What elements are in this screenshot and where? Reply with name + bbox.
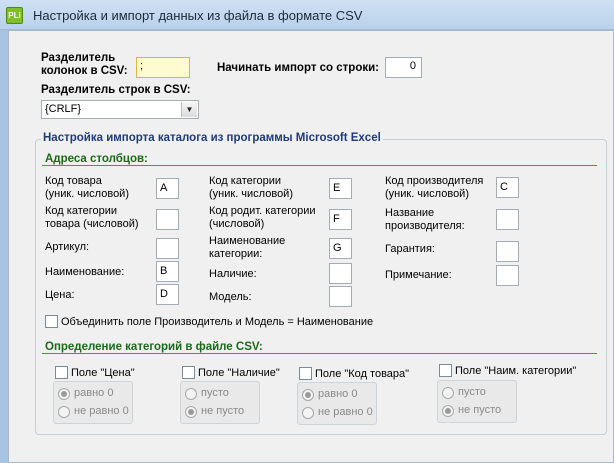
cat-name-label-line1: Наименование [209, 235, 286, 247]
availability-filter-options: пусто не пусто [180, 381, 260, 424]
product-code-input[interactable]: A [156, 178, 179, 199]
parent-cat-code-label: Код родит. категории (числовой) [209, 205, 316, 231]
cat-def-section-divider [42, 353, 597, 354]
manufacturer-name-label: Название производителя: [385, 207, 465, 233]
note-label: Примечание: [385, 269, 452, 281]
cat-name-filter-options: пусто не пусто [437, 380, 517, 423]
category-code-input[interactable] [156, 209, 179, 230]
product-code-not-zero-label: не равно 0 [318, 406, 373, 418]
price-not-zero-radio[interactable] [58, 406, 70, 418]
article-input[interactable] [156, 238, 179, 259]
manufacturer-code-label-line1: Код производителя [385, 175, 484, 187]
product-code-filter-checkbox[interactable] [299, 367, 312, 380]
cat-name-label: Наименование категории: [209, 235, 285, 261]
cat-code-label-line1: Код категории [209, 175, 282, 187]
availability-label: Наличие: [209, 268, 257, 280]
warranty-label: Гарантия: [385, 243, 435, 255]
category-code-label-line1: Код категории [45, 205, 118, 217]
manufacturer-code-input[interactable]: C [496, 177, 519, 198]
name-input[interactable]: B [156, 261, 179, 282]
price-not-zero-label: не равно 0 [74, 405, 129, 417]
parent-cat-code-label-line2: (числовой) [209, 218, 265, 230]
merge-checkbox[interactable] [45, 315, 58, 328]
cat-name-not-empty-radio[interactable] [442, 405, 454, 417]
availability-not-empty-radio[interactable] [185, 406, 197, 418]
cat-name-label-line2: категории: [209, 248, 263, 260]
price-input[interactable]: D [156, 284, 179, 305]
merge-checkbox-label: Объединить поле Производитель и Модель =… [61, 316, 374, 328]
row-separator-select[interactable]: {CRLF} ▼ [41, 100, 199, 119]
row-separator-value: {CRLF} [45, 103, 82, 115]
start-row-input[interactable]: 0 [385, 57, 422, 78]
title-bar[interactable]: PLi Настройка и импорт данных из файла в… [0, 0, 614, 30]
price-equal-zero-radio[interactable] [58, 388, 70, 400]
availability-filter-label: Поле "Наличие" [198, 367, 280, 379]
model-input[interactable] [329, 286, 352, 307]
availability-empty-radio[interactable] [185, 388, 197, 400]
product-code-filter-label: Поле "Код товара" [315, 368, 410, 380]
col-separator-label: Разделитель колонок в CSV: [41, 52, 128, 78]
product-code-equal-zero-label: равно 0 [318, 388, 358, 400]
cat-name-not-empty-label: не пусто [458, 404, 502, 416]
manufacturer-name-input[interactable] [496, 209, 519, 230]
cat-code-label-line2: (уник. числовой) [209, 188, 293, 200]
product-code-label-line1: Код товара [45, 175, 102, 187]
cat-def-section-title: Определение категорий в файле CSV: [45, 341, 263, 353]
parent-cat-code-label-line1: Код родит. категории [209, 205, 316, 217]
price-filter-options: равно 0 не равно 0 [53, 381, 133, 424]
availability-filter-checkbox[interactable] [182, 366, 195, 379]
start-row-label: Начинать импорт со строки: [217, 62, 379, 74]
cat-name-empty-radio[interactable] [442, 387, 454, 399]
cat-name-filter-label: Поле "Наим. категории" [455, 365, 577, 377]
manufacturer-name-label-line2: производителя: [385, 220, 465, 232]
cat-name-input[interactable]: G [329, 238, 352, 259]
cat-name-filter-checkbox[interactable] [439, 364, 452, 377]
columns-section-title: Адреса столбцов: [45, 153, 148, 165]
price-filter-checkbox[interactable] [55, 366, 68, 379]
dialog-body: Разделитель колонок в CSV: ; Начинать им… [8, 30, 614, 463]
col-separator-label-line2: колонок в CSV: [41, 65, 128, 77]
col-separator-label-line1: Разделитель [41, 52, 116, 64]
price-filter-label: Поле "Цена" [71, 367, 135, 379]
cat-name-empty-label: пусто [458, 386, 486, 398]
product-code-label: Код товара (уник. числовой) [45, 175, 129, 201]
note-input[interactable] [496, 265, 519, 286]
product-code-label-line2: (уник. числовой) [45, 188, 129, 200]
price-label: Цена: [45, 289, 75, 301]
columns-section-divider [42, 165, 597, 166]
availability-input[interactable] [329, 263, 352, 284]
app-logo-icon: PLi [6, 7, 23, 24]
category-code-label-line2: товара (числовой) [45, 218, 139, 230]
col-separator-input[interactable]: ; [136, 57, 190, 78]
product-code-not-zero-radio[interactable] [302, 407, 314, 419]
product-code-equal-zero-radio[interactable] [302, 389, 314, 401]
manufacturer-code-label-line2: (уник. числовой) [385, 188, 469, 200]
cat-code-input[interactable]: E [329, 178, 352, 199]
product-code-filter-options: равно 0 не равно 0 [297, 382, 377, 425]
chevron-down-icon[interactable]: ▼ [181, 102, 197, 117]
category-code-label: Код категории товара (числовой) [45, 205, 139, 231]
window-title: Настройка и импорт данных из файла в фор… [33, 8, 363, 23]
excel-group-title: Настройка импорта каталога из программы … [41, 132, 383, 144]
model-label: Модель: [209, 291, 252, 303]
manufacturer-code-label: Код производителя (уник. числовой) [385, 175, 483, 201]
warranty-input[interactable] [496, 241, 519, 262]
article-label: Артикул: [45, 241, 90, 253]
manufacturer-name-label-line1: Название [385, 207, 435, 219]
availability-not-empty-label: не пусто [201, 405, 245, 417]
cat-code-label: Код категории (уник. числовой) [209, 175, 293, 201]
parent-cat-code-input[interactable]: F [329, 209, 352, 230]
price-equal-zero-label: равно 0 [74, 387, 114, 399]
name-label: Наименование: [45, 266, 125, 278]
availability-empty-label: пусто [201, 387, 229, 399]
row-separator-label: Разделитель строк в CSV: [41, 84, 191, 96]
